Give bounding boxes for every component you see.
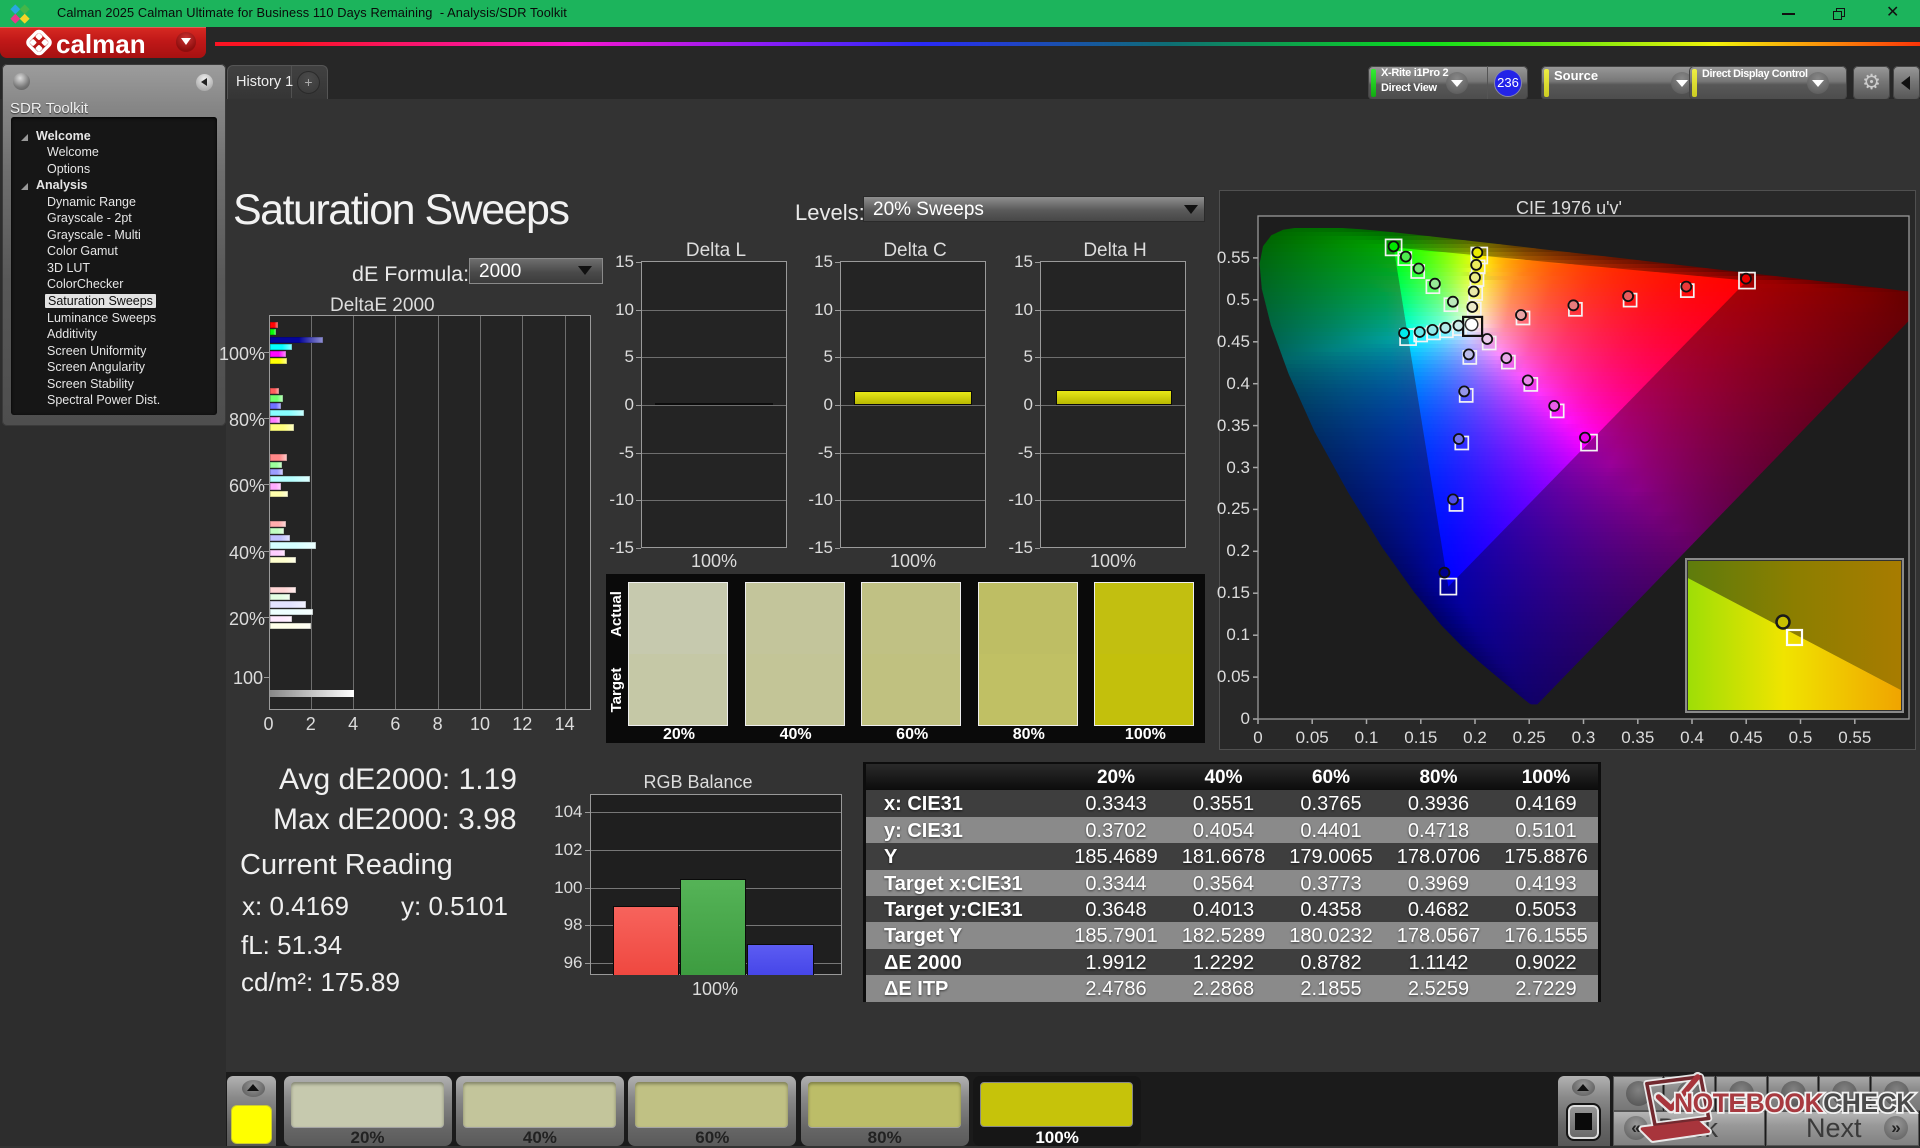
svg-text:NOTEBOOKCHECK: NOTEBOOKCHECK [1674, 1088, 1915, 1118]
